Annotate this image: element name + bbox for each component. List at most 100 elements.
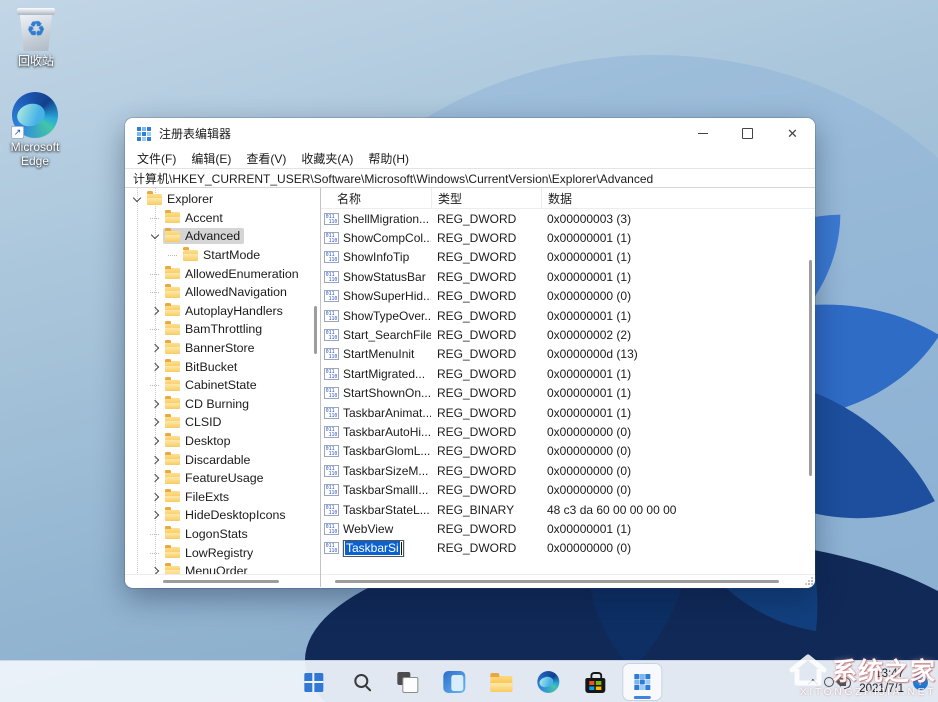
taskbar-registry-editor-button[interactable] <box>623 664 661 700</box>
list-horizontal-scroll-zone[interactable] <box>321 574 815 587</box>
chevron-down-icon[interactable] <box>131 192 145 206</box>
registry-value-row[interactable]: 011110ShowCompCol...REG_DWORD0x00000001 … <box>321 228 815 247</box>
tree-item-startmode[interactable]: StartMode <box>125 246 320 265</box>
column-header-name[interactable]: 名称 <box>321 190 431 207</box>
chevron-right-icon[interactable] <box>149 397 163 411</box>
chevron-right-icon[interactable] <box>149 360 163 374</box>
tree-item-cabinetstate[interactable]: CabinetState <box>125 376 320 395</box>
taskbar-file-explorer-button[interactable] <box>482 664 520 700</box>
registry-value-row[interactable]: 011110ShowTypeOver...REG_DWORD0x00000001… <box>321 306 815 325</box>
chevron-right-icon[interactable] <box>149 341 163 355</box>
chevron-right-icon[interactable] <box>149 415 163 429</box>
tree-item-explorer[interactable]: Explorer <box>125 190 320 209</box>
tree-item-label: AllowedEnumeration <box>185 267 299 281</box>
registry-value-row[interactable]: 011110TaskbarSizeM...REG_DWORD0x00000000… <box>321 461 815 480</box>
tree-horizontal-scrollbar[interactable] <box>163 580 279 583</box>
menu-item[interactable]: 帮助(H) <box>368 150 409 167</box>
value-data: 0x00000003 (3) <box>541 212 815 226</box>
registry-value-row[interactable]: 011110StartMigrated...REG_DWORD0x0000000… <box>321 364 815 383</box>
tree-item-discardable[interactable]: Discardable <box>125 450 320 469</box>
registry-value-row[interactable]: 011110ShellMigration...REG_DWORD0x000000… <box>321 209 815 228</box>
svg-text:011: 011 <box>326 291 335 297</box>
tree-item-advanced[interactable]: Advanced <box>125 227 320 246</box>
column-header-type[interactable]: 类型 <box>431 188 541 208</box>
tree-item-featureusage[interactable]: FeatureUsage <box>125 469 320 488</box>
tree-item-logonstats[interactable]: LogonStats <box>125 525 320 544</box>
value-list-body: 011110ShellMigration...REG_DWORD0x000000… <box>321 209 815 558</box>
chevron-right-icon[interactable] <box>149 490 163 504</box>
taskbar-clock[interactable]: 13:47 2021/7/1 <box>859 667 904 697</box>
registry-value-row[interactable]: 011110Start_SearchFilesREG_DWORD0x000000… <box>321 325 815 344</box>
tree-leaf-stub <box>149 378 163 392</box>
tree-item-fileexts[interactable]: FileExts <box>125 488 320 507</box>
tree-item-desktop[interactable]: Desktop <box>125 432 320 451</box>
tree-horizontal-scroll-zone[interactable] <box>125 574 320 587</box>
list-vertical-scrollbar[interactable] <box>809 260 812 476</box>
menu-item[interactable]: 收藏夹(A) <box>301 150 353 167</box>
notification-badge[interactable]: 7 <box>913 675 928 690</box>
chevron-right-icon[interactable] <box>149 304 163 318</box>
registry-value-row[interactable]: 011110TaskbarSiREG_DWORD0x00000000 (0) <box>321 539 815 558</box>
svg-text:011: 011 <box>326 505 335 511</box>
tree-vertical-scrollbar[interactable] <box>314 306 317 354</box>
tree-item-bitbucket[interactable]: BitBucket <box>125 357 320 376</box>
desktop-icon-recycle-bin[interactable]: ♻ 回收站 <box>4 8 68 69</box>
registry-value-row[interactable]: 011110TaskbarSmallI...REG_DWORD0x0000000… <box>321 480 815 499</box>
registry-value-row[interactable]: 011110StartShownOn...REG_DWORD0x00000001… <box>321 384 815 403</box>
taskbar-search-button[interactable] <box>341 664 379 700</box>
chevron-right-icon[interactable] <box>149 434 163 448</box>
volume-icon[interactable] <box>841 678 846 686</box>
desktop-icon-edge[interactable]: ↗ Microsoft Edge <box>3 92 67 169</box>
tree-item-clsid[interactable]: CLSID <box>125 413 320 432</box>
tree-item-bamthrottling[interactable]: BamThrottling <box>125 320 320 339</box>
registry-value-row[interactable]: 011110TaskbarAutoHi...REG_DWORD0x0000000… <box>321 422 815 441</box>
chevron-right-icon[interactable] <box>149 471 163 485</box>
tree-item-allowedenumeration[interactable]: AllowedEnumeration <box>125 264 320 283</box>
maximize-button[interactable] <box>725 118 770 148</box>
menu-item[interactable]: 文件(F) <box>137 150 176 167</box>
taskbar-start-button[interactable] <box>294 664 332 700</box>
list-horizontal-scrollbar[interactable] <box>335 580 779 583</box>
tree-item-cd-burning[interactable]: CD Burning <box>125 395 320 414</box>
network-icon[interactable] <box>824 677 834 687</box>
tree-item-autoplayhandlers[interactable]: AutoplayHandlers <box>125 302 320 321</box>
column-header-data[interactable]: 数据 <box>541 188 815 208</box>
tree-item-bannerstore[interactable]: BannerStore <box>125 339 320 358</box>
menu-item[interactable]: 查看(V) <box>246 150 286 167</box>
chevron-right-icon[interactable] <box>149 508 163 522</box>
menu-item[interactable]: 编辑(E) <box>191 150 231 167</box>
taskbar-edge-button[interactable] <box>529 664 567 700</box>
svg-text:011: 011 <box>326 330 335 336</box>
tree-item-lowregistry[interactable]: LowRegistry <box>125 543 320 562</box>
registry-value-row[interactable]: 011110WebViewREG_DWORD0x00000001 (1) <box>321 519 815 538</box>
registry-value-row[interactable]: 011110StartMenuInitREG_DWORD0x0000000d (… <box>321 345 815 364</box>
registry-value-row[interactable]: 011110TaskbarStateL...REG_BINARY48 c3 da… <box>321 500 815 519</box>
registry-value-row[interactable]: 011110TaskbarAnimat...REG_DWORD0x0000000… <box>321 403 815 422</box>
folder-icon <box>165 305 180 316</box>
tray-chevron-up-icon[interactable] <box>808 678 818 688</box>
taskbar-microsoft-store-button[interactable] <box>576 664 614 700</box>
close-button[interactable]: ✕ <box>770 118 815 148</box>
tree-item-accent[interactable]: Accent <box>125 209 320 228</box>
tree-item-allowednavigation[interactable]: AllowedNavigation <box>125 283 320 302</box>
registry-value-row[interactable]: 011110TaskbarGlomL...REG_DWORD0x00000000… <box>321 442 815 461</box>
registry-value-row[interactable]: 011110ShowInfoTipREG_DWORD0x00000001 (1) <box>321 248 815 267</box>
chevron-right-icon[interactable] <box>149 453 163 467</box>
reg-dword-icon: 011110 <box>324 348 339 360</box>
rename-edit-box[interactable]: TaskbarSi <box>343 540 404 557</box>
registry-value-row[interactable]: 011110ShowStatusBarREG_DWORD0x00000001 (… <box>321 267 815 286</box>
chevron-down-icon[interactable] <box>149 229 163 243</box>
reg-dword-icon: 011110 <box>324 251 339 263</box>
svg-text:110: 110 <box>329 219 338 225</box>
taskbar-widgets-button[interactable] <box>435 664 473 700</box>
svg-text:011: 011 <box>326 524 335 530</box>
window-resize-grip[interactable] <box>805 577 813 585</box>
address-input[interactable] <box>125 169 815 187</box>
taskbar-task-view-button[interactable] <box>388 664 426 700</box>
title-bar[interactable]: 注册表编辑器 ✕ <box>125 118 815 148</box>
minimize-button[interactable] <box>680 118 725 148</box>
tree-item-label: FileExts <box>185 490 229 504</box>
edge-icon: ↗ <box>12 92 58 138</box>
registry-value-row[interactable]: 011110ShowSuperHid...REG_DWORD0x00000000… <box>321 287 815 306</box>
tree-item-hidedesktopicons[interactable]: HideDesktopIcons <box>125 506 320 525</box>
